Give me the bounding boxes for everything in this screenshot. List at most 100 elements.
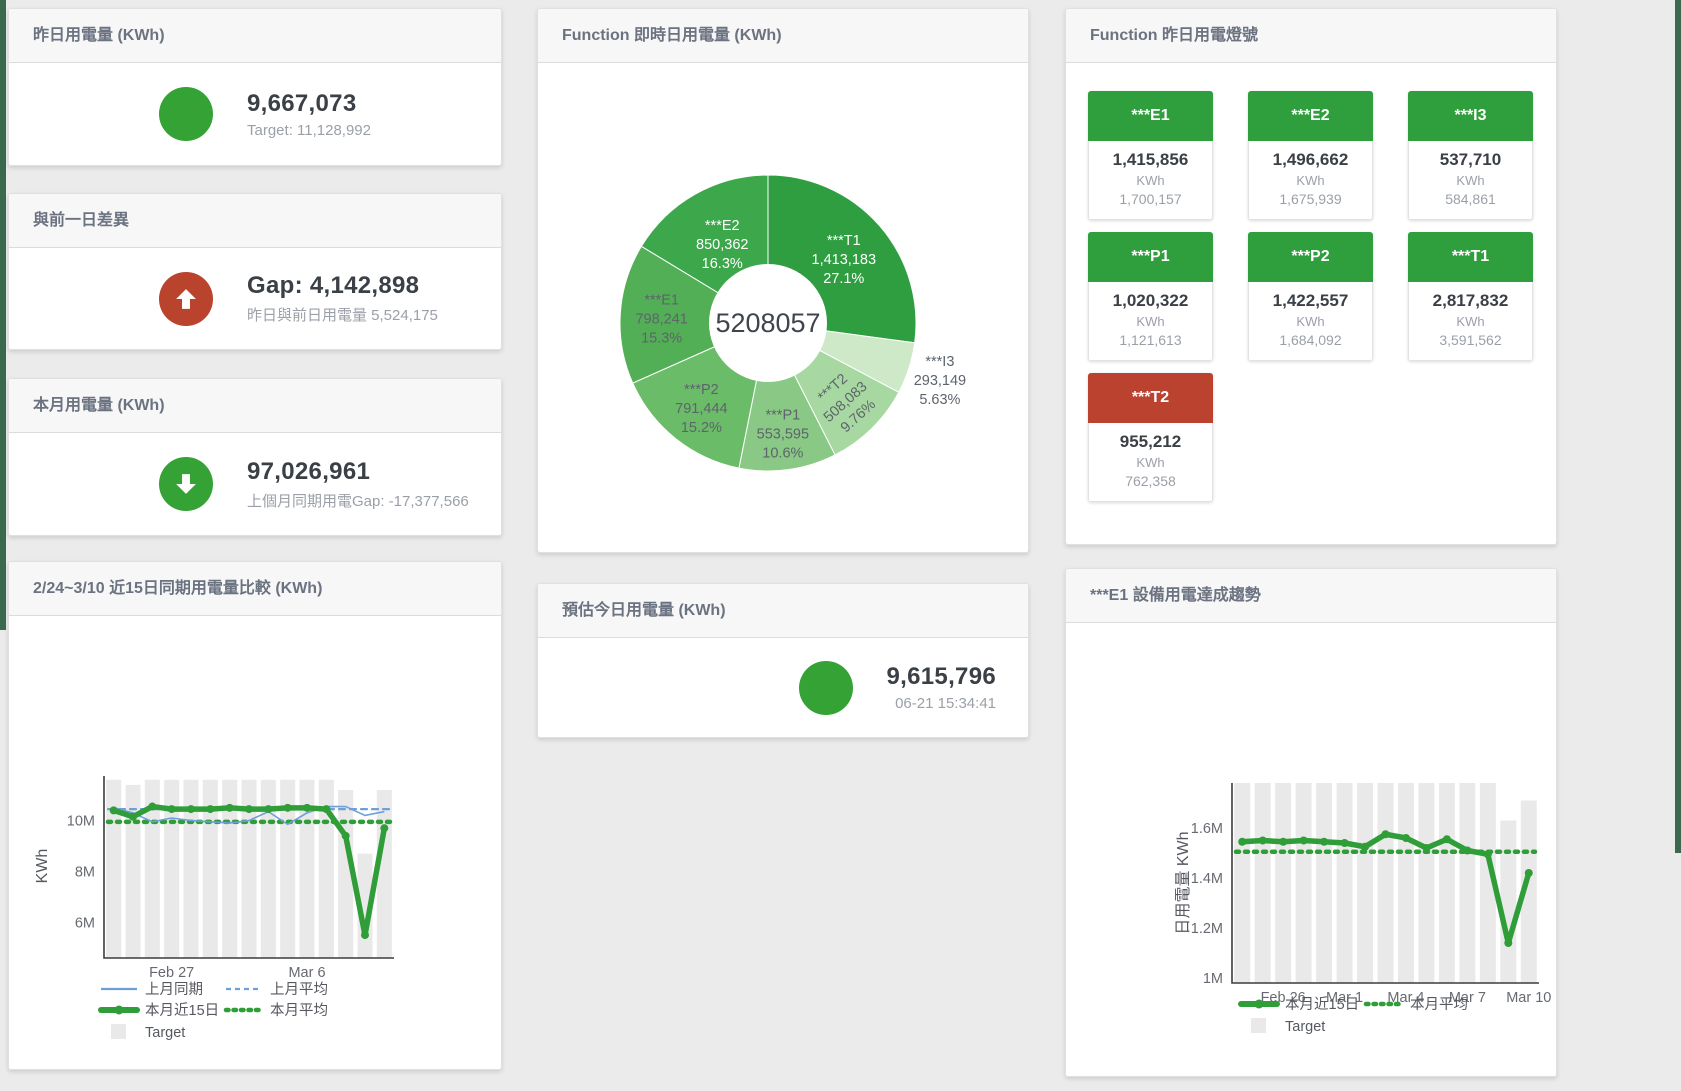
page-edge-strip-right	[1675, 0, 1681, 853]
series-marker	[1238, 838, 1246, 846]
tile-body: 955,212KWh762,358	[1088, 423, 1213, 502]
panel-title: Function 昨日用電燈號	[1090, 26, 1532, 46]
tile-body: 1,496,662KWh1,675,939	[1248, 141, 1373, 220]
status-circle-green	[799, 661, 853, 715]
series-marker	[342, 832, 350, 840]
svg-text:Target: Target	[145, 1025, 185, 1041]
panel-title: 預估今日用電量 (KWh)	[562, 601, 1004, 621]
stat-subtitle: 昨日與前日用電量 5,524,175	[247, 304, 438, 325]
tile-value: 1,422,557	[1253, 291, 1368, 311]
series-marker	[380, 824, 388, 832]
stat-subtitle: 上個月同期用電Gap: -17,377,566	[247, 490, 469, 511]
series-marker	[1402, 834, 1410, 842]
tile-label: ***T2	[1088, 373, 1213, 423]
target-bar	[1500, 821, 1516, 984]
y-tick-label: 1.4M	[1191, 871, 1223, 887]
legend-item-上月平均[interactable]: 上月平均	[226, 981, 328, 998]
tile-target-value: 1,700,157	[1093, 191, 1208, 207]
series-marker	[1422, 844, 1430, 852]
panel-title: 與前一日差異	[33, 211, 477, 231]
tile-label: ***P1	[1088, 232, 1213, 282]
panel-yesterday-usage: 昨日用電量 (KWh) 9,667,073 Target: 11,128,992	[8, 8, 502, 166]
light-tile: ***T12,817,832KWh3,591,562	[1408, 232, 1533, 361]
series-marker	[226, 804, 234, 812]
x-tick-label: Mar 10	[1506, 990, 1551, 1006]
series-marker	[1463, 847, 1471, 855]
svg-text:本月近15日: 本月近15日	[1285, 996, 1359, 1013]
tile-body: 1,422,557 KWh 1,684,092	[1248, 282, 1373, 361]
panel-header: 2/24~3/10 近15日同期用電量比較 (KWh)	[9, 562, 501, 616]
series-marker	[1341, 839, 1349, 847]
tile-unit: KWh	[1253, 314, 1368, 329]
tile-target-value: 762,358	[1093, 473, 1208, 489]
panel-header: Function 即時日用電量 (KWh)	[538, 9, 1028, 63]
target-bar	[1439, 783, 1455, 983]
series-marker	[322, 805, 330, 813]
legend-item-上月同期[interactable]: 上月同期	[101, 981, 203, 998]
series-marker	[206, 805, 214, 813]
light-tile: ***I3537,710KWh584,861	[1408, 91, 1533, 220]
panel-header: ***E1 設備用電達成趨勢	[1066, 569, 1556, 623]
target-bar	[1296, 783, 1312, 983]
target-bar	[1275, 783, 1291, 983]
y-tick-label: 1M	[1203, 971, 1223, 987]
tile-label: ***T1	[1408, 232, 1533, 282]
series-marker	[284, 804, 292, 812]
status-circle-red	[159, 272, 213, 326]
panel-title: 本月用電量 (KWh)	[33, 396, 477, 416]
legend-item-Target[interactable]: Target	[1251, 1018, 1325, 1035]
tile-target-value: 1,121,613	[1093, 332, 1208, 348]
legend-item-Target[interactable]: Target	[111, 1024, 185, 1041]
panel-header: 預估今日用電量 (KWh)	[538, 584, 1028, 638]
legend-item-本月近15日[interactable]: 本月近15日	[101, 1002, 219, 1019]
light-tile: ***E11,415,856KWh1,700,157	[1088, 91, 1213, 220]
tile-label: ***E1	[1088, 91, 1213, 141]
tile-unit: KWh	[1413, 173, 1528, 188]
series-marker	[1443, 835, 1451, 843]
lights-grid: ***E11,415,856KWh1,700,157***E21,496,662…	[1066, 63, 1556, 502]
stat-text: 9,667,073 Target: 11,128,992	[247, 90, 371, 139]
series-marker	[264, 805, 272, 813]
legend-item-本月近15日[interactable]: 本月近15日	[1241, 996, 1359, 1013]
target-bar	[1255, 783, 1271, 983]
y-axis-label: 日用電量 KWh	[1175, 831, 1192, 934]
target-bar	[1357, 783, 1373, 983]
x-tick-label: Mar 6	[288, 965, 325, 981]
target-bar	[377, 790, 392, 958]
tile-target-value: 1,684,092	[1253, 332, 1368, 348]
stat-subtitle: 06-21 15:34:41	[887, 695, 996, 712]
series-marker	[1259, 837, 1267, 845]
status-circle-green	[159, 87, 213, 141]
panel-title: ***E1 設備用電達成趨勢	[1090, 586, 1532, 606]
tile-unit: KWh	[1093, 314, 1208, 329]
series-marker	[303, 804, 311, 812]
stat-text: 97,026,961 上個月同期用電Gap: -17,377,566	[247, 458, 469, 511]
series-marker	[1279, 838, 1287, 846]
y-tick-label: 6M	[75, 915, 95, 931]
panel-day-gap: 與前一日差異 Gap: 4,142,898 昨日與前日用電量 5,524,175	[8, 193, 502, 350]
series-marker	[168, 805, 176, 813]
svg-text:本月平均: 本月平均	[270, 1002, 328, 1019]
up-arrow-icon	[172, 285, 200, 313]
tile-body: 2,817,832KWh3,591,562	[1408, 282, 1533, 361]
legend-item-本月平均[interactable]: 本月平均	[226, 1002, 328, 1019]
svg-text:上月同期: 上月同期	[145, 981, 203, 998]
realtime-donut-chart: ***T11,413,18327.1%***I3293,1495.63%***T…	[538, 63, 1028, 554]
series-marker	[1300, 837, 1308, 845]
series-marker	[129, 813, 137, 821]
series-marker	[1484, 850, 1492, 858]
legend-item-本月平均[interactable]: 本月平均	[1366, 996, 1468, 1013]
y-axis-label: KWh	[34, 849, 51, 884]
stat-value: 9,667,073	[247, 90, 371, 118]
compare-chart: 6M8M10MFeb 27Mar 6KWh上月同期上月平均本月近15日本月平均T…	[9, 616, 501, 1071]
series-marker	[361, 931, 369, 939]
donut-center-value: 5208057	[715, 308, 820, 338]
light-tile: ***P11,020,322KWh1,121,613	[1088, 232, 1213, 361]
panel-header: 昨日用電量 (KWh)	[9, 9, 501, 63]
panel-header: 本月用電量 (KWh)	[9, 379, 501, 433]
series-marker	[1504, 939, 1512, 947]
panel-header: 與前一日差異	[9, 194, 501, 248]
series-marker	[1320, 838, 1328, 846]
svg-text:本月近15日: 本月近15日	[145, 1002, 219, 1019]
stat-text: Gap: 4,142,898 昨日與前日用電量 5,524,175	[247, 272, 438, 325]
